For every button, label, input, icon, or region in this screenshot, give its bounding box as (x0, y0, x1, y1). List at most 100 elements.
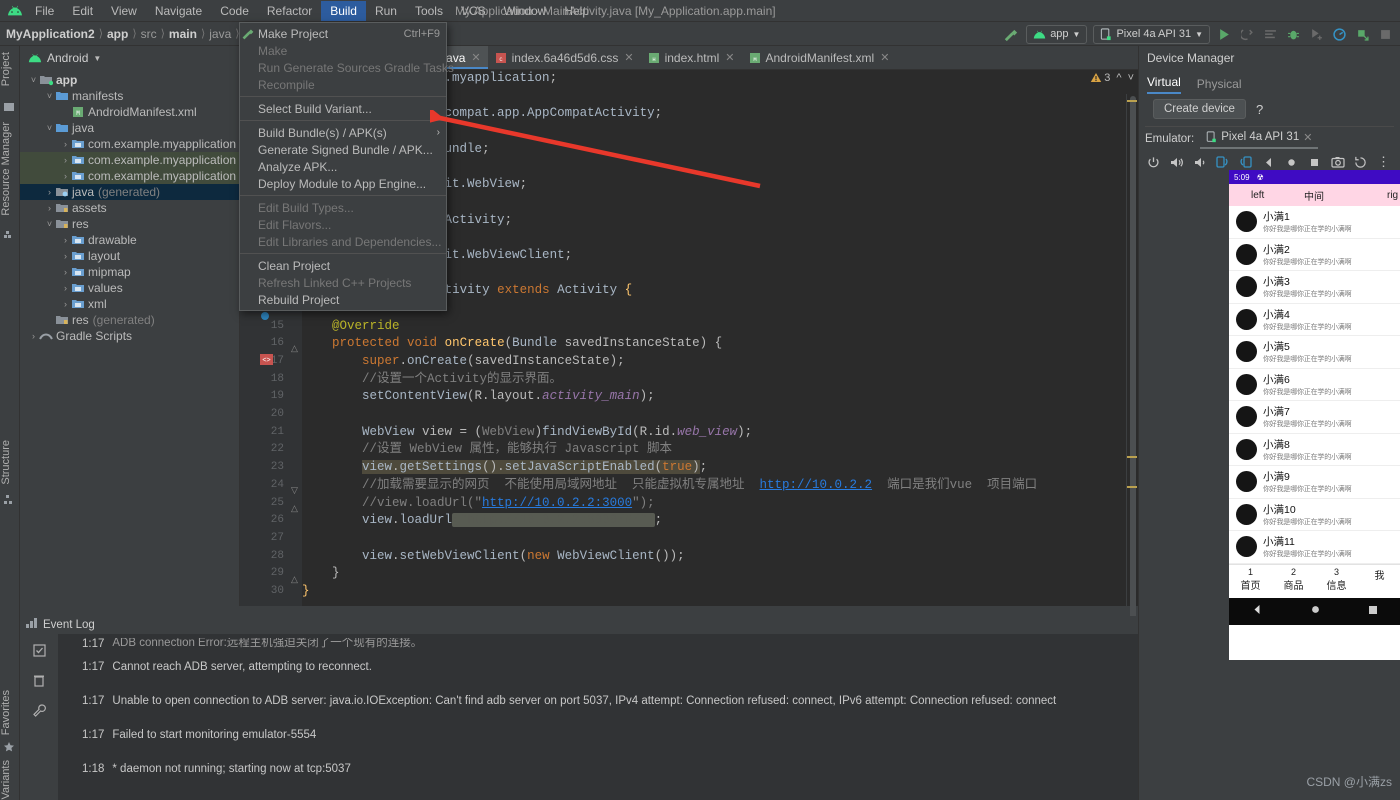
prev-problem-icon[interactable]: ^ (1116, 72, 1121, 84)
android-system-navbar[interactable] (1229, 597, 1400, 625)
project-files-icon[interactable] (3, 101, 17, 115)
tree-node[interactable]: M AndroidManifest.xml (20, 104, 239, 120)
menu-item-tools[interactable]: Tools (406, 1, 452, 21)
rotate-left-icon[interactable] (1215, 155, 1230, 170)
list-item[interactable]: 小满5 你好我是哪你正在学的小满啊 (1229, 336, 1400, 369)
close-icon[interactable]: ✕ (471, 51, 480, 64)
tree-node[interactable]: › Gradle Scripts (20, 328, 239, 344)
event-log-entry[interactable]: 1:18 * daemon not running; starting now … (58, 752, 1138, 786)
chevron-down-icon[interactable]: ˅ (44, 91, 55, 101)
tab-physical[interactable]: Physical (1197, 77, 1242, 94)
chevron-right-icon[interactable]: › (60, 235, 71, 245)
layout-preview-gutter-icon[interactable]: <> (260, 354, 273, 368)
emulator-screen[interactable]: 5:09 ☢ left 中间 rig 小满1 你好我是哪你正在学的小满啊 小满2… (1229, 170, 1400, 660)
menu-item-file[interactable]: File (26, 1, 63, 21)
tool-tab-project[interactable]: Project (0, 48, 20, 90)
bottom-nav-item[interactable]: 1 首页 (1229, 565, 1272, 598)
fold-marker-icon[interactable]: △ (291, 343, 298, 354)
close-icon[interactable]: ✕ (1303, 131, 1312, 144)
list-item[interactable]: 小满6 你好我是哪你正在学的小满啊 (1229, 369, 1400, 401)
breadcrumb-main[interactable]: main (169, 27, 197, 41)
menu-item-run[interactable]: Run (366, 1, 406, 21)
list-item[interactable]: 小满4 你好我是哪你正在学的小满啊 (1229, 304, 1400, 336)
list-item[interactable]: 小满10 你好我是哪你正在学的小满啊 (1229, 499, 1400, 531)
help-icon[interactable]: ? (1256, 102, 1263, 117)
editor-overview-ruler[interactable] (1126, 94, 1138, 626)
list-item[interactable]: 小满2 你好我是哪你正在学的小满啊 (1229, 239, 1400, 271)
fold-marker-icon[interactable]: ▽ (291, 485, 298, 496)
tool-tab-build-variants[interactable]: Build Variants (0, 756, 20, 800)
chevron-right-icon[interactable]: › (60, 299, 71, 309)
more-icon[interactable]: ⋮ (1376, 155, 1391, 170)
tree-node[interactable]: ˅ java (20, 120, 239, 136)
list-item[interactable]: 小满1 你好我是哪你正在学的小满啊 (1229, 206, 1400, 239)
event-log-entry[interactable]: 1:17 Failed to start monitoring emulator… (58, 718, 1138, 752)
build-menu-item[interactable]: Generate Signed Bundle / APK... (240, 141, 446, 158)
tool-tab-structure[interactable]: Structure (0, 436, 20, 489)
bottom-nav-item[interactable]: 2 商品 (1272, 565, 1315, 598)
list-item[interactable]: 小满11 你好我是哪你正在学的小满啊 (1229, 531, 1400, 564)
tree-node[interactable]: › layout (20, 248, 239, 264)
build-menu-item[interactable]: Clean Project (240, 257, 446, 274)
method-override-gutter-icon[interactable] (260, 310, 270, 324)
fold-marker-icon[interactable]: △ (291, 574, 298, 585)
tree-node[interactable]: › com.example.myapplication (andro (20, 152, 239, 168)
chevron-right-icon[interactable]: › (44, 187, 55, 197)
menu-item-view[interactable]: View (102, 1, 146, 21)
menu-item-refactor[interactable]: Refactor (258, 1, 321, 21)
chevron-right-icon[interactable]: › (60, 251, 71, 261)
tree-node[interactable]: › drawable (20, 232, 239, 248)
tree-node[interactable]: ˅ res (20, 216, 239, 232)
build-menu-item[interactable]: Analyze APK... (240, 158, 446, 175)
debug-icon[interactable] (1285, 26, 1302, 43)
chevron-right-icon[interactable]: › (60, 283, 71, 293)
editor-tab[interactable]: M AndroidManifest.xml ✕ (742, 46, 897, 69)
tree-node[interactable]: › java (generated) (20, 184, 239, 200)
breadcrumb-src[interactable]: src (141, 27, 157, 41)
tree-node[interactable]: res (generated) (20, 312, 239, 328)
chevron-right-icon[interactable]: › (44, 203, 55, 213)
trash-icon[interactable] (33, 674, 45, 690)
project-tree[interactable]: ˅ app ˅ manifests M AndroidManifest.xml … (20, 70, 239, 344)
volume-down-icon[interactable] (1192, 155, 1207, 170)
build-menu-item[interactable]: Make Project Ctrl+F9 (240, 25, 446, 42)
list-item[interactable]: 小满3 你好我是哪你正在学的小满啊 (1229, 271, 1400, 304)
build-menu-item[interactable]: Select Build Variant... (240, 100, 446, 117)
chevron-right-icon[interactable]: › (60, 155, 71, 165)
list-item[interactable]: 小满9 你好我是哪你正在学的小满啊 (1229, 466, 1400, 499)
tree-node[interactable]: ˅ manifests (20, 88, 239, 104)
edit-settings-icon[interactable] (32, 644, 46, 660)
power-icon[interactable] (1146, 155, 1161, 170)
app-contact-list[interactable]: 小满1 你好我是哪你正在学的小满啊 小满2 你好我是哪你正在学的小满啊 小满3 … (1229, 206, 1400, 564)
tab-virtual[interactable]: Virtual (1147, 75, 1181, 94)
tool-tab-favorites[interactable]: Favorites (0, 686, 20, 739)
device-selector[interactable]: Pixel 4a API 31 ▼ (1093, 24, 1210, 44)
back-triangle-icon[interactable] (1252, 604, 1263, 618)
chevron-right-icon[interactable]: › (60, 171, 71, 181)
close-icon[interactable]: ✕ (880, 51, 889, 64)
chevron-down-icon[interactable]: ˅ (28, 75, 39, 85)
menu-item-code[interactable]: Code (211, 1, 258, 21)
tool-tab-resource-manager[interactable]: Resource Manager (0, 118, 20, 220)
menu-item-edit[interactable]: Edit (63, 1, 102, 21)
star-icon[interactable] (3, 741, 17, 755)
list-item[interactable]: 小满7 你好我是哪你正在学的小满啊 (1229, 401, 1400, 434)
tree-node[interactable]: ˅ app (20, 72, 239, 88)
tree-node[interactable]: › xml (20, 296, 239, 312)
chevron-down-icon[interactable]: ˅ (44, 123, 55, 133)
chevron-down-icon[interactable]: ▼ (93, 54, 101, 63)
fold-marker-icon[interactable]: △ (291, 503, 298, 514)
editor-scrollbar-thumb[interactable] (1130, 96, 1136, 626)
event-log-entry[interactable]: 1:17 Unable to open connection to ADB se… (58, 684, 1138, 718)
editor-tab[interactable]: H index.html ✕ (641, 46, 742, 69)
structure-icon[interactable] (3, 493, 17, 507)
back-icon[interactable] (1261, 155, 1276, 170)
build-menu-item[interactable]: Deploy Module to App Engine... (240, 175, 446, 192)
editor-tab[interactable]: C index.6a46d5d6.css ✕ (488, 46, 641, 69)
tree-node[interactable]: › com.example.myapplication (20, 136, 239, 152)
device-manager-tabs[interactable]: Virtual Physical (1139, 70, 1400, 94)
close-icon[interactable]: ✕ (725, 51, 734, 64)
app-bottom-nav[interactable]: 1 首页 2 商品 3 信息 我 (1229, 563, 1400, 598)
next-problem-icon[interactable]: ˅ (1128, 72, 1134, 84)
run-icon[interactable] (1216, 26, 1233, 43)
